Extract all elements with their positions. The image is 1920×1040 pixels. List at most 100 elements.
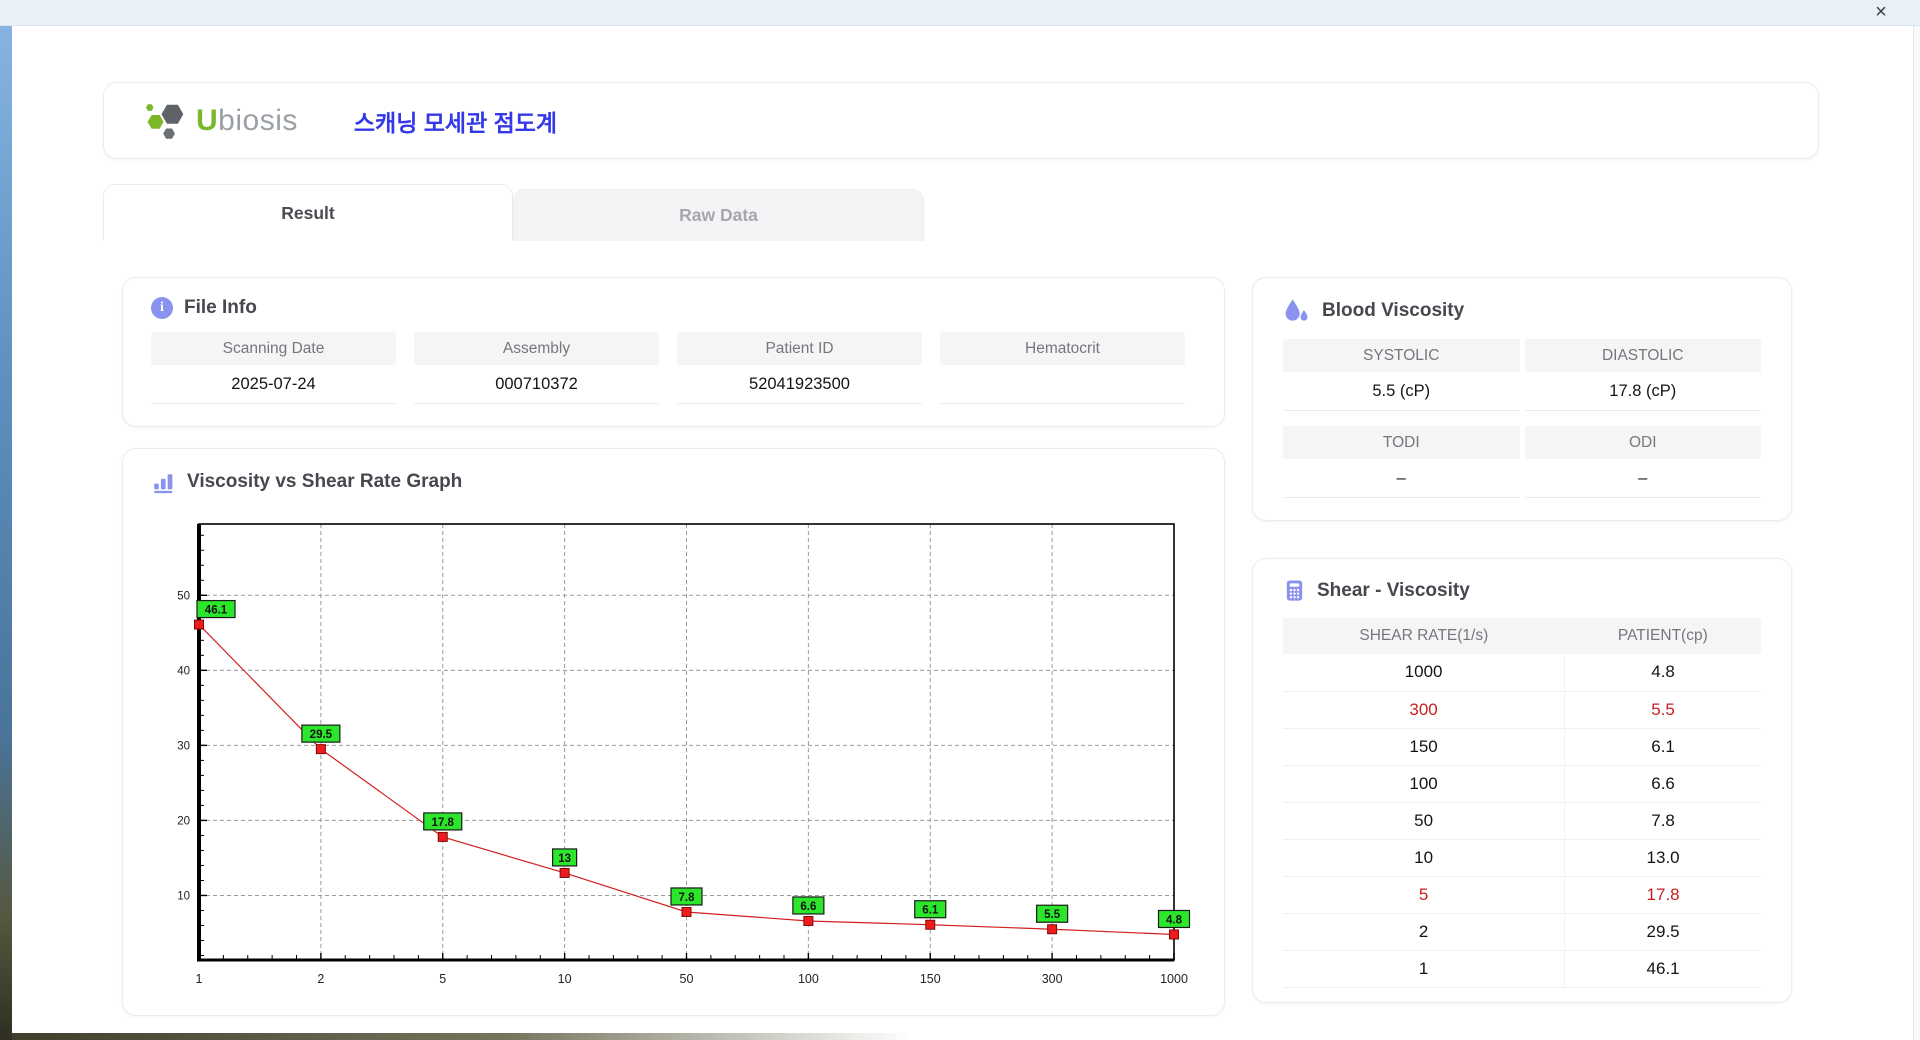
shear-rate-cell: 10 — [1283, 839, 1565, 877]
file-field-scanning-date: Scanning Date 2025-07-24 — [151, 332, 396, 404]
svg-text:150: 150 — [920, 972, 941, 986]
bv-label-odi: ODI — [1524, 426, 1761, 459]
desktop-wallpaper-edge-bottom — [12, 1033, 912, 1040]
file-field-assembly: Assembly 000710372 — [414, 332, 659, 404]
tab-raw-data[interactable]: Raw Data — [513, 189, 924, 241]
shear-viscosity-title: Shear - Viscosity — [1317, 579, 1470, 601]
svg-text:5.5: 5.5 — [1044, 909, 1061, 921]
svg-text:29.5: 29.5 — [310, 729, 333, 741]
shear-rate-cell: 2 — [1283, 913, 1565, 951]
shear-table-row: 5 17.8 — [1283, 876, 1761, 914]
svg-text:6.1: 6.1 — [922, 905, 939, 917]
blood-viscosity-group: SYSTOLIC DIASTOLIC 5.5 (cP) 17.8 (cP) — [1283, 339, 1761, 411]
svg-text:100: 100 — [798, 972, 819, 986]
svg-text:10: 10 — [177, 890, 190, 902]
shear-table-header-row: SHEAR RATE(1/s) PATIENT(cp) — [1283, 618, 1761, 654]
brand-letter-u: U — [196, 103, 219, 137]
bv-value-todi: – — [1283, 459, 1520, 498]
ubiosis-hexagons-icon — [145, 103, 184, 139]
svg-text:17.8: 17.8 — [432, 817, 455, 829]
bv-label-diastolic: DIASTOLIC — [1524, 339, 1761, 372]
file-field-patient-id: Patient ID 52041923500 — [677, 332, 922, 404]
chart-wrap: 1 2 5 10 50 100 150 300 1000 10 20 30 40 50 46.1 29.5 17… — [153, 512, 1196, 999]
shear-viscosity-table: SHEAR RATE(1/s) PATIENT(cp) 1000 4.8 300 5.5… — [1283, 618, 1761, 988]
close-icon[interactable]: × — [1868, 0, 1894, 26]
tab-bar: Result Raw Data — [103, 184, 1819, 241]
right-column: Blood Viscosity SYSTOLIC DIASTOLIC 5.5 (cP… — [1252, 277, 1792, 1003]
patient-viscosity-cell: 5.5 — [1564, 691, 1761, 729]
shear-table-row: 50 7.8 — [1283, 802, 1761, 840]
patient-viscosity-cell: 6.1 — [1564, 728, 1761, 766]
shear-viscosity-header: Shear - Viscosity — [1283, 579, 1761, 602]
info-icon: i — [151, 297, 173, 319]
field-value: 52041923500 — [677, 365, 922, 404]
app-window: Ubiosis 스캐닝 모세관 점도계 Result Raw Data i Fi… — [12, 26, 1913, 1040]
blood-viscosity-card: Blood Viscosity SYSTOLIC DIASTOLIC 5.5 (cP… — [1252, 277, 1792, 521]
shear-rate-cell: 100 — [1283, 765, 1565, 803]
svg-text:5: 5 — [439, 972, 446, 986]
svg-text:50: 50 — [177, 590, 190, 602]
svg-text:50: 50 — [680, 972, 694, 986]
file-field-hematocrit: Hematocrit — [940, 332, 1185, 404]
desktop-wallpaper-edge-left — [0, 26, 12, 1040]
svg-text:7.8: 7.8 — [679, 892, 696, 904]
patient-viscosity-cell: 6.6 — [1564, 765, 1761, 803]
shear-table-head: SHEAR RATE(1/s) PATIENT(cp) — [1283, 618, 1761, 654]
bv-value-systolic: 5.5 (cP) — [1283, 372, 1520, 411]
file-info-title: File Info — [184, 297, 257, 318]
os-titlebar: × — [0, 0, 1920, 26]
bar-chart-icon — [154, 474, 173, 494]
shear-table-row: 150 6.1 — [1283, 728, 1761, 766]
shear-table-body: 1000 4.8 300 5.5 150 6.1 100 6.6 50 7.8 10 13.0 5 17.… — [1283, 654, 1761, 988]
svg-text:300: 300 — [1042, 972, 1063, 986]
svg-text:20: 20 — [177, 815, 190, 827]
field-label: Scanning Date — [151, 332, 396, 365]
bv-label-todi: TODI — [1283, 426, 1520, 459]
shear-rate-cell: 50 — [1283, 802, 1565, 840]
blood-viscosity-groups: SYSTOLIC DIASTOLIC 5.5 (cP) 17.8 (cP) TODI OD… — [1283, 339, 1761, 498]
graph-title: Viscosity vs Shear Rate Graph — [187, 470, 463, 492]
shear-table-row: 2 29.5 — [1283, 913, 1761, 951]
bv-label-systolic: SYSTOLIC — [1283, 339, 1520, 372]
bv-value-odi: – — [1524, 459, 1761, 498]
patient-viscosity-cell: 7.8 — [1564, 802, 1761, 840]
shear-rate-cell: 5 — [1283, 876, 1565, 914]
bv-value-diastolic: 17.8 (cP) — [1524, 372, 1761, 411]
shear-rate-cell: 1000 — [1283, 654, 1565, 692]
viscosity-graph-card: Viscosity vs Shear Rate Graph 1 2 5 10 50 100… — [122, 448, 1225, 1016]
svg-text:2: 2 — [317, 972, 324, 986]
shear-table-row: 100 6.6 — [1283, 765, 1761, 803]
shear-col-shear-rate-1-s: SHEAR RATE(1/s) — [1283, 618, 1565, 654]
blood-viscosity-title: Blood Viscosity — [1322, 300, 1465, 321]
blood-viscosity-header: Blood Viscosity — [1283, 298, 1761, 324]
shear-table-row: 1 46.1 — [1283, 950, 1761, 988]
svg-text:10: 10 — [558, 972, 572, 986]
field-value: 000710372 — [414, 365, 659, 404]
patient-viscosity-cell: 13.0 — [1564, 839, 1761, 877]
field-value: 2025-07-24 — [151, 365, 396, 404]
screen: × Ubiosis 스캐닝 모세관 점도계 Result Raw Data i … — [0, 0, 1920, 1040]
svg-text:1: 1 — [196, 972, 203, 986]
patient-viscosity-cell: 46.1 — [1564, 950, 1761, 988]
svg-text:1000: 1000 — [1160, 972, 1188, 986]
field-label: Hematocrit — [940, 332, 1185, 365]
result-content: i File Info Scanning Date 2025-07-24 Assem… — [122, 277, 1819, 1016]
field-value — [940, 365, 1185, 404]
svg-text:46.1: 46.1 — [205, 605, 228, 617]
field-label: Assembly — [414, 332, 659, 365]
file-info-header: i File Info — [151, 297, 1196, 319]
svg-text:40: 40 — [177, 665, 190, 677]
shear-rate-cell: 1 — [1283, 950, 1565, 988]
patient-viscosity-cell: 4.8 — [1564, 654, 1761, 692]
calculator-icon — [1286, 580, 1303, 601]
file-info-fields: Scanning Date 2025-07-24 Assembly 000710372… — [151, 332, 1196, 404]
window-edge-right — [1913, 26, 1920, 1040]
tab-result[interactable]: Result — [103, 184, 513, 241]
svg-text:4.8: 4.8 — [1166, 914, 1183, 926]
app-header: Ubiosis 스캐닝 모세관 점도계 — [103, 82, 1819, 159]
graph-header: Viscosity vs Shear Rate Graph — [151, 469, 1196, 494]
svg-text:13: 13 — [558, 853, 571, 865]
viscosity-chart-svg: 1 2 5 10 50 100 150 300 1000 10 20 30 40 50 46.1 29.5 17… — [177, 523, 1191, 986]
svg-text:30: 30 — [177, 740, 190, 752]
blood-droplets-icon — [1285, 299, 1308, 321]
